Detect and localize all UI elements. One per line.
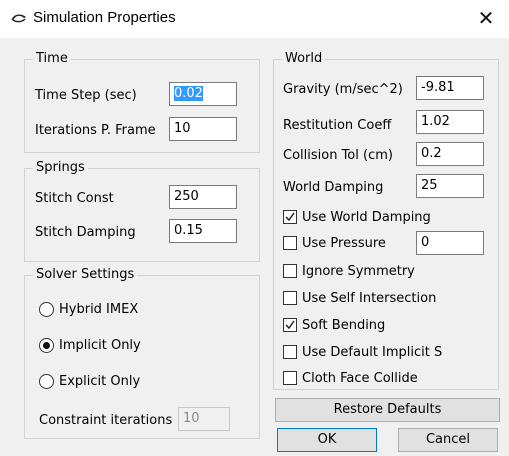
radio-hybrid-imex[interactable]: Hybrid IMEX bbox=[39, 300, 138, 318]
time-step-value: 0.02 bbox=[174, 86, 203, 101]
radio-explicit-only[interactable]: Explicit Only bbox=[39, 372, 140, 390]
radio-circle bbox=[39, 373, 54, 389]
world-group-title: World bbox=[282, 51, 326, 66]
checkbox-label: Use Self Intersection bbox=[302, 290, 437, 306]
radio-label: Explicit Only bbox=[59, 373, 141, 389]
radio-circle bbox=[39, 301, 54, 317]
checkmark-icon bbox=[285, 212, 295, 222]
checkbox-box bbox=[283, 236, 297, 250]
time-step-label: Time Step (sec) bbox=[35, 88, 137, 103]
checkbox-use-pressure[interactable]: Use Pressure bbox=[283, 234, 386, 252]
window-title: Simulation Properties bbox=[33, 9, 176, 26]
gravity-label: Gravity (m/sec^2) bbox=[283, 82, 403, 97]
checkbox-box bbox=[283, 371, 297, 385]
checkmark-icon bbox=[285, 320, 295, 330]
checkbox-label: Use Pressure bbox=[302, 235, 386, 251]
springs-group-title: Springs bbox=[33, 160, 88, 175]
radio-implicit-only[interactable]: Implicit Only bbox=[39, 336, 141, 354]
checkbox-ignore-symmetry[interactable]: Ignore Symmetry bbox=[283, 262, 415, 280]
collision-tol-input[interactable]: 0.2 bbox=[416, 142, 484, 166]
checkbox-use-world-damping[interactable]: Use World Damping bbox=[283, 208, 431, 226]
gravity-input[interactable]: -9.81 bbox=[416, 76, 484, 100]
checkbox-label: Ignore Symmetry bbox=[302, 263, 415, 279]
close-icon: ✕ bbox=[477, 8, 495, 30]
cancel-button[interactable]: Cancel bbox=[398, 428, 498, 452]
stitch-const-label: Stitch Const bbox=[35, 191, 114, 206]
constraint-iterations-input: 10 bbox=[178, 407, 230, 431]
checkbox-cloth-face-collide[interactable]: Cloth Face Collide bbox=[283, 369, 418, 387]
radio-circle bbox=[39, 337, 54, 353]
checkbox-label: Soft Bending bbox=[302, 317, 386, 333]
checkbox-label: Use Default Implicit S bbox=[302, 344, 443, 360]
world-damping-input[interactable]: 25 bbox=[416, 174, 484, 198]
checkbox-use-self-intersection[interactable]: Use Self Intersection bbox=[283, 289, 436, 307]
radio-label: Implicit Only bbox=[59, 337, 141, 353]
dialog-body: Time Time Step (sec) 0.02 Iterations P. … bbox=[0, 38, 509, 456]
stitch-const-input[interactable]: 250 bbox=[169, 185, 237, 209]
restitution-input[interactable]: 1.02 bbox=[416, 110, 484, 134]
checkbox-box bbox=[283, 291, 297, 305]
iterations-label: Iterations P. Frame bbox=[35, 123, 156, 138]
title-bar: Simulation Properties ✕ bbox=[0, 0, 509, 38]
stitch-damping-input[interactable]: 0.15 bbox=[169, 219, 237, 243]
radio-selected-dot bbox=[43, 341, 50, 349]
checkbox-box bbox=[283, 318, 297, 332]
pressure-input[interactable]: 0 bbox=[416, 231, 484, 255]
checkbox-label: Use World Damping bbox=[302, 209, 431, 225]
checkbox-box bbox=[283, 264, 297, 278]
constraint-iterations-label: Constraint iterations bbox=[39, 413, 173, 428]
time-step-input[interactable]: 0.02 bbox=[169, 82, 237, 106]
stitch-damping-label: Stitch Damping bbox=[35, 225, 136, 240]
checkbox-box bbox=[283, 345, 297, 359]
radio-label: Hybrid IMEX bbox=[59, 301, 139, 317]
ok-button[interactable]: OK bbox=[277, 428, 377, 452]
solver-group-title: Solver Settings bbox=[33, 267, 138, 282]
checkbox-use-default-implicit[interactable]: Use Default Implicit S bbox=[283, 343, 442, 361]
springs-group: Springs bbox=[24, 160, 260, 262]
checkbox-label: Cloth Face Collide bbox=[302, 370, 418, 386]
iterations-input[interactable]: 10 bbox=[169, 117, 237, 141]
checkbox-box bbox=[283, 210, 297, 224]
restore-defaults-button[interactable]: Restore Defaults bbox=[275, 398, 500, 422]
world-damping-label: World Damping bbox=[283, 180, 384, 195]
close-button[interactable]: ✕ bbox=[463, 0, 509, 38]
restitution-label: Restitution Coeff bbox=[283, 118, 392, 133]
app-icon bbox=[11, 14, 26, 23]
collision-tol-label: Collision Tol (cm) bbox=[283, 148, 393, 163]
checkbox-soft-bending[interactable]: Soft Bending bbox=[283, 316, 385, 334]
time-group-title: Time bbox=[33, 51, 71, 66]
